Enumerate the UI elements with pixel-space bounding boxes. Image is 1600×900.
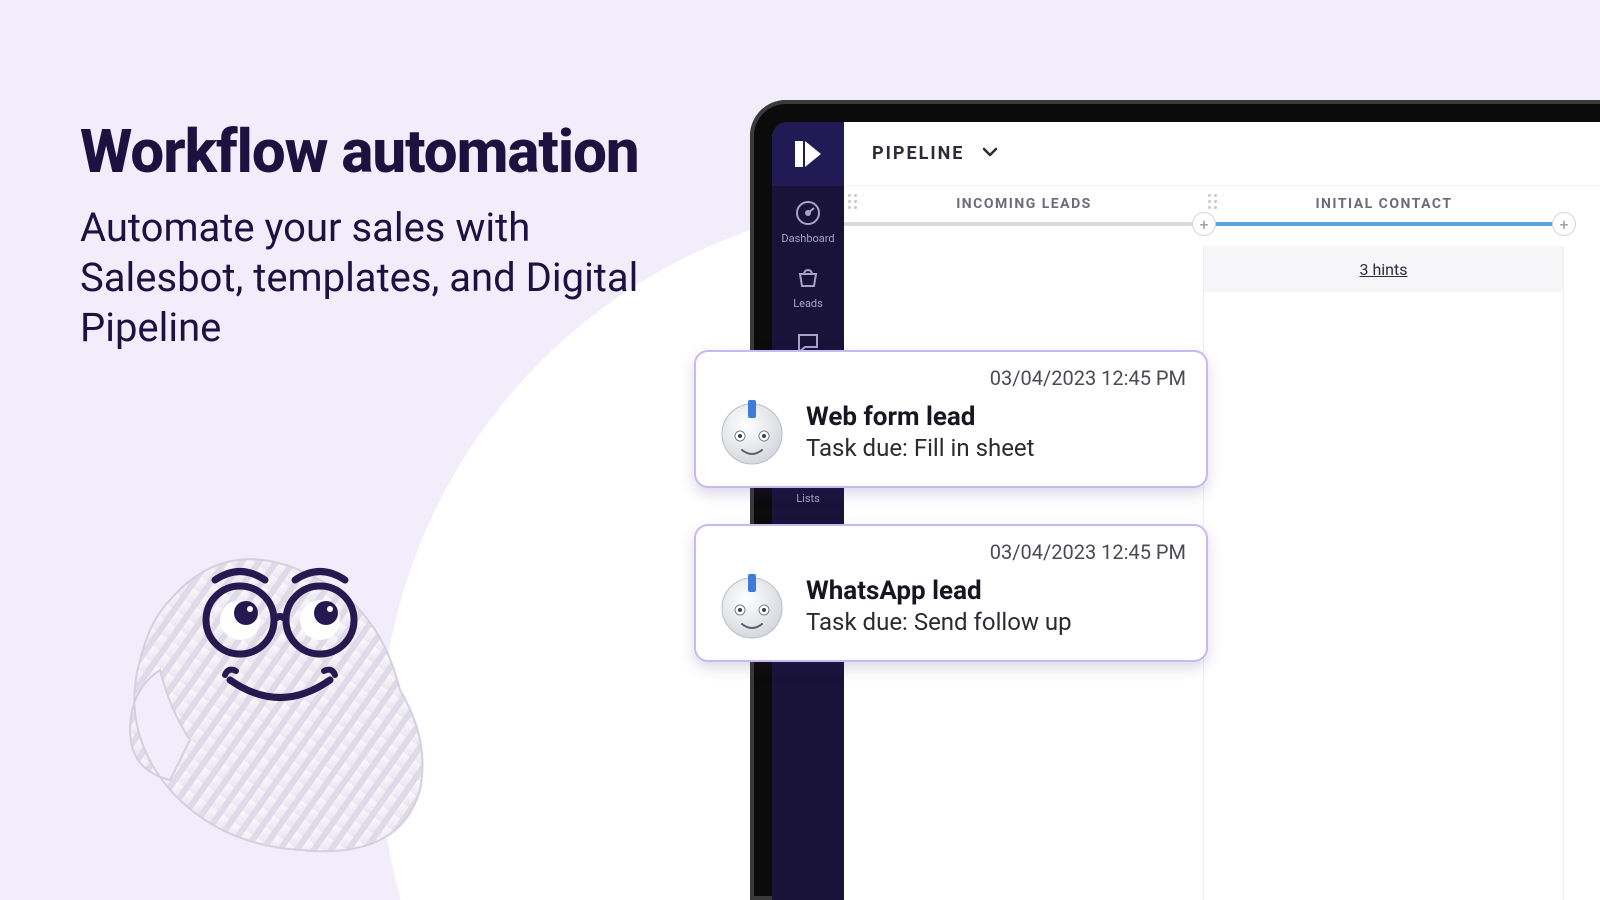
content-col-initial	[1204, 292, 1564, 900]
headline-title: Workflow automation	[80, 120, 700, 183]
topbar: PIPELINE	[844, 122, 1600, 186]
column-progress-bar	[844, 222, 1204, 226]
column-progress-bar	[1204, 222, 1564, 226]
chevron-down-icon	[980, 142, 1000, 162]
notification-card[interactable]: 03/04/2023 12:45 PM Web form lead Task d…	[694, 350, 1208, 488]
topbar-title: PIPELINE	[872, 143, 964, 164]
mascot-illustration	[100, 540, 460, 870]
column-initial-contact: INITIAL CONTACT	[1204, 186, 1564, 246]
hints-row: 3 hints	[844, 246, 1600, 292]
app-sidebar: Dashboard Leads Chats Calendar Lists Mai…	[772, 122, 844, 900]
hints-cell-empty	[844, 246, 1204, 292]
sidebar-item-label: Lists	[796, 492, 820, 505]
add-stage-button[interactable]: +	[1552, 212, 1576, 236]
sidebar-item-label: Leads	[793, 297, 823, 310]
column-title: INITIAL CONTACT	[1204, 186, 1564, 212]
pipeline-dropdown[interactable]	[980, 142, 1000, 166]
gauge-icon	[793, 198, 823, 228]
notification-title: WhatsApp lead	[806, 576, 1072, 606]
app-main: PIPELINE INCOMING LEADS INITIAL CONTACT …	[844, 122, 1600, 900]
column-incoming-leads: INCOMING LEADS	[844, 186, 1204, 246]
hints-cell: 3 hints	[1204, 246, 1564, 292]
app-screen: Dashboard Leads Chats Calendar Lists Mai…	[772, 122, 1600, 900]
pipeline-columns-header: INCOMING LEADS INITIAL CONTACT + +	[844, 186, 1600, 246]
drag-handle-icon[interactable]	[1208, 194, 1217, 209]
notification-card[interactable]: 03/04/2023 12:45 PM WhatsApp lead Task d…	[694, 524, 1208, 662]
sidebar-item-label: Dashboard	[781, 232, 834, 245]
sidebar-item-dashboard[interactable]: Dashboard	[772, 186, 844, 251]
headline-block: Workflow automation Automate your sales …	[80, 120, 700, 353]
notification-title: Web form lead	[806, 402, 1035, 432]
notification-subtitle: Task due: Send follow up	[806, 608, 1072, 636]
column-title: INCOMING LEADS	[844, 186, 1204, 212]
sidebar-item-leads[interactable]: Leads	[772, 251, 844, 316]
bot-avatar-icon	[716, 396, 788, 468]
drag-handle-icon[interactable]	[848, 194, 857, 209]
bag-icon	[793, 263, 823, 293]
add-stage-button[interactable]: +	[1192, 212, 1216, 236]
app-logo[interactable]	[772, 122, 844, 186]
bot-avatar-icon	[716, 570, 788, 642]
hints-link[interactable]: 3 hints	[1360, 260, 1408, 279]
notification-subtitle: Task due: Fill in sheet	[806, 434, 1035, 462]
device-frame: Dashboard Leads Chats Calendar Lists Mai…	[750, 100, 1600, 900]
notification-timestamp: 03/04/2023 12:45 PM	[716, 540, 1186, 564]
notification-timestamp: 03/04/2023 12:45 PM	[716, 366, 1186, 390]
headline-subtitle: Automate your sales with Salesbot, templ…	[80, 203, 700, 353]
